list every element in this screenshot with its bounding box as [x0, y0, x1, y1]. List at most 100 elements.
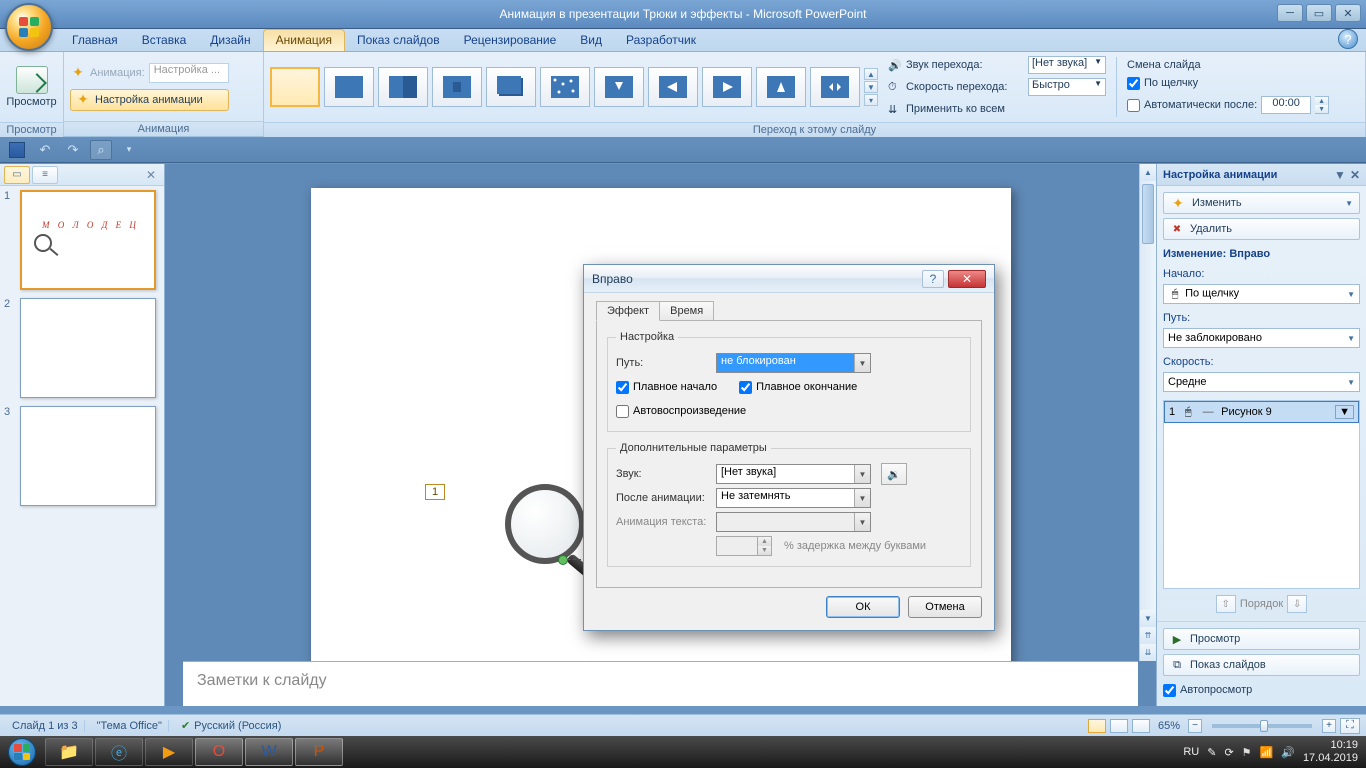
autoreverse-checkbox[interactable]: [616, 405, 629, 418]
custom-animation-button[interactable]: ✦ Настройка анимации: [70, 89, 229, 111]
dialog-close-button[interactable]: ✕: [948, 270, 986, 288]
auto-after-spinner[interactable]: ▲▼: [1315, 96, 1329, 114]
dialog-help-button[interactable]: ?: [922, 270, 944, 288]
reorder-down[interactable]: ⇩: [1287, 595, 1307, 613]
dlg-sound-combo[interactable]: [Нет звука]▼: [716, 464, 871, 484]
taskbar-ie[interactable]: ⓔ: [95, 738, 143, 766]
tab-design[interactable]: Дизайн: [198, 30, 262, 51]
reorder-up[interactable]: ⇧: [1216, 595, 1236, 613]
tab-review[interactable]: Рецензирование: [452, 30, 569, 51]
speed-select[interactable]: Средне▼: [1163, 372, 1360, 392]
transition-fade-2[interactable]: [378, 67, 428, 107]
slide-thumbnail-1[interactable]: М О Л О Д Е Ц: [20, 190, 156, 290]
tab-animation[interactable]: Анимация: [263, 29, 345, 51]
tab-home[interactable]: Главная: [60, 30, 130, 51]
taskbar-explorer[interactable]: 📁: [45, 738, 93, 766]
zoom-slider[interactable]: [1212, 724, 1312, 728]
minimize-button[interactable]: ─: [1277, 4, 1303, 22]
notes-area[interactable]: Заметки к слайду: [183, 661, 1138, 706]
status-language[interactable]: Русский (Россия): [194, 720, 281, 732]
dialog-cancel-button[interactable]: Отмена: [908, 596, 982, 618]
zoom-in-button[interactable]: +: [1322, 719, 1336, 733]
taskbar-media[interactable]: ▶: [145, 738, 193, 766]
transition-fade-1[interactable]: [324, 67, 374, 107]
thumb-panel-close[interactable]: ✕: [142, 168, 160, 182]
apply-to-all-button[interactable]: ⇊ Применить ко всем: [888, 99, 1106, 119]
tab-developer[interactable]: Разработчик: [614, 30, 708, 51]
dialog-tab-time[interactable]: Время: [659, 301, 714, 321]
help-button[interactable]: ?: [1338, 29, 1358, 49]
tray-language[interactable]: RU: [1183, 746, 1199, 758]
gallery-more[interactable]: ▲▼▾: [864, 68, 878, 106]
zoom-fit-button[interactable]: ⛶: [1340, 718, 1360, 734]
smooth-end-checkbox[interactable]: [739, 381, 752, 394]
tray-clock[interactable]: 10:19 17.04.2019: [1303, 739, 1358, 765]
redo-button[interactable]: ↷: [62, 140, 84, 160]
dialog-tab-effect[interactable]: Эффект: [596, 301, 660, 321]
tray-action-center-icon[interactable]: [1242, 746, 1252, 759]
pane-menu[interactable]: ▼: [1334, 168, 1346, 182]
outline-tab[interactable]: ≡: [32, 166, 58, 184]
auto-after-checkbox[interactable]: [1127, 99, 1140, 112]
sorter-view-button[interactable]: [1110, 719, 1128, 733]
sound-preview-button[interactable]: 🔉: [881, 463, 907, 485]
autopreview-checkbox[interactable]: [1163, 684, 1176, 697]
close-button[interactable]: ✕: [1335, 4, 1361, 22]
slides-tab[interactable]: ▭: [4, 166, 30, 184]
tab-slideshow[interactable]: Показ слайдов: [345, 30, 452, 51]
transition-split[interactable]: [810, 67, 860, 107]
zoom-out-button[interactable]: −: [1188, 719, 1202, 733]
transition-wipe-left[interactable]: [648, 67, 698, 107]
tray-network-icon[interactable]: [1260, 746, 1274, 759]
transition-none[interactable]: [270, 67, 320, 107]
tab-insert[interactable]: Вставка: [130, 30, 199, 51]
transition-dissolve[interactable]: [540, 67, 590, 107]
slide-thumbnail-2[interactable]: [20, 298, 156, 398]
animation-order-marker[interactable]: 1: [425, 484, 445, 500]
spellcheck-icon[interactable]: ✔: [181, 719, 190, 732]
normal-view-button[interactable]: [1088, 719, 1106, 733]
pane-slideshow-button[interactable]: Показ слайдов: [1163, 654, 1360, 676]
path-select[interactable]: Не заблокировано▼: [1163, 328, 1360, 348]
item-menu[interactable]: ▼: [1335, 405, 1354, 419]
preview-button[interactable]: Просмотр: [6, 55, 57, 119]
pane-close[interactable]: ✕: [1350, 168, 1360, 182]
transition-sound-select[interactable]: [Нет звука]▼: [1028, 56, 1106, 74]
tray-pen-icon[interactable]: ✎: [1207, 746, 1216, 759]
slideshow-view-button[interactable]: [1132, 719, 1150, 733]
transition-cut[interactable]: [432, 67, 482, 107]
zoom-value[interactable]: 65%: [1158, 720, 1180, 732]
remove-effect-button[interactable]: Удалить: [1163, 218, 1360, 240]
taskbar-word[interactable]: W: [245, 738, 293, 766]
qat-more-button[interactable]: ⌕: [90, 140, 112, 160]
restore-button[interactable]: ▭: [1306, 4, 1332, 22]
transition-wipe-up[interactable]: [756, 67, 806, 107]
tray-volume-icon[interactable]: [1281, 746, 1295, 759]
auto-after-time[interactable]: 00:00: [1261, 96, 1311, 114]
transition-speed-select[interactable]: Быстро▼: [1028, 78, 1106, 96]
transition-wipe-right[interactable]: [702, 67, 752, 107]
dlg-path-combo[interactable]: не блокирован▼: [716, 353, 871, 373]
slide-thumbnail-3[interactable]: [20, 406, 156, 506]
transition-wipe-down[interactable]: [594, 67, 644, 107]
tray-updates-icon[interactable]: ⟳: [1224, 746, 1233, 759]
change-effect-button[interactable]: ✦ Изменить ▼: [1163, 192, 1360, 214]
animation-dropdown[interactable]: Настройка ...: [149, 63, 229, 83]
start-select[interactable]: По щелчку▼: [1163, 284, 1360, 304]
animation-list-item[interactable]: 1 Рисунок 9 ▼: [1164, 401, 1359, 423]
pane-preview-button[interactable]: Просмотр: [1163, 628, 1360, 650]
magnifier-shape[interactable]: [505, 484, 585, 564]
on-click-checkbox[interactable]: [1127, 77, 1140, 90]
taskbar-powerpoint[interactable]: P: [295, 738, 343, 766]
save-button[interactable]: [6, 140, 28, 160]
dlg-after-combo[interactable]: Не затемнять▼: [716, 488, 871, 508]
office-button[interactable]: [5, 3, 53, 51]
vertical-scrollbar[interactable]: ▲ ▼ ⇈ ⇊: [1139, 164, 1156, 661]
qat-customize[interactable]: ▾: [118, 140, 140, 160]
dialog-ok-button[interactable]: ОК: [826, 596, 900, 618]
smooth-start-checkbox[interactable]: [616, 381, 629, 394]
transition-cut-2[interactable]: [486, 67, 536, 107]
undo-button[interactable]: ↶: [34, 140, 56, 160]
tab-view[interactable]: Вид: [568, 30, 614, 51]
taskbar-opera[interactable]: O: [195, 738, 243, 766]
